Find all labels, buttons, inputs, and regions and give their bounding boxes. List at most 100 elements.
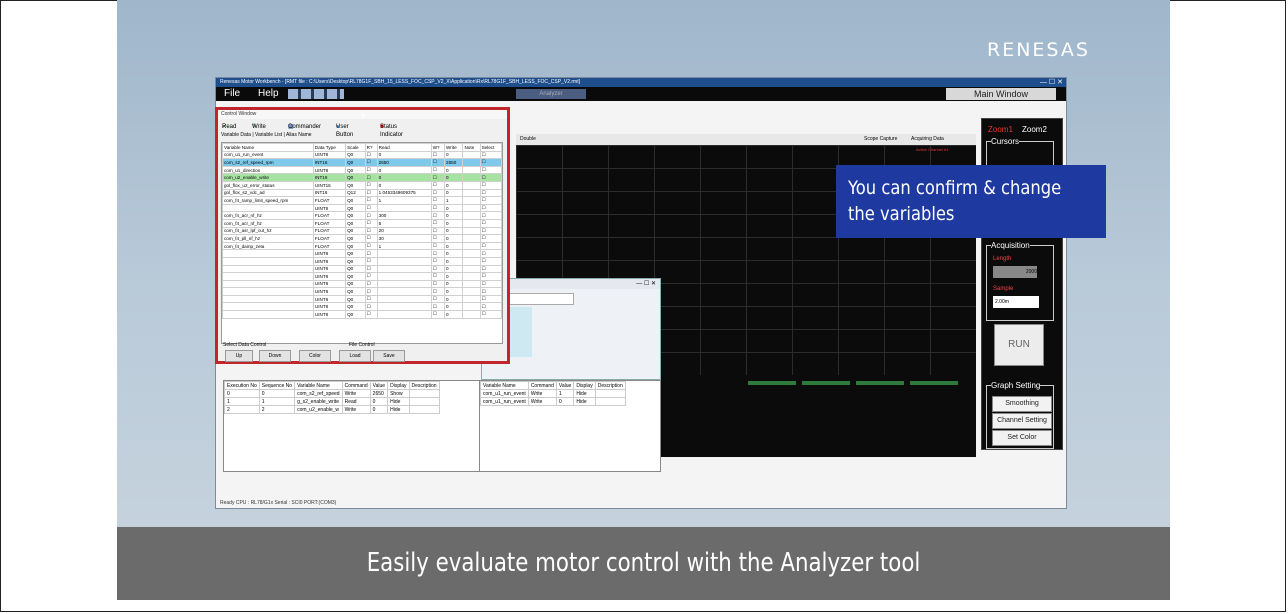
note-cell[interactable] xyxy=(462,158,481,167)
cell-read[interactable]: 0 xyxy=(376,180,432,190)
checkbox[interactable]: ☐ xyxy=(364,249,378,258)
note-cell[interactable] xyxy=(462,287,481,296)
table-row[interactable]: com_f4_ramp_limit_speed_rpm FLOAT Q0 ☐ 1 ☐ 1 ☐ xyxy=(222,196,502,205)
cell-name[interactable] xyxy=(222,264,314,274)
table-cell[interactable]: com_u1_run_event xyxy=(480,389,529,398)
channel-setting-button[interactable]: Channel Setting xyxy=(992,413,1052,429)
table-cell[interactable]: 0 xyxy=(555,397,575,406)
table-cell[interactable] xyxy=(408,389,440,398)
cell-write[interactable]: 0 xyxy=(444,272,464,281)
note-cell[interactable] xyxy=(462,294,481,304)
cell-name[interactable] xyxy=(222,310,314,319)
table-cell[interactable]: 1 xyxy=(258,397,296,406)
cell-read[interactable] xyxy=(376,256,432,266)
cell-write[interactable]: 0 xyxy=(444,294,464,304)
table-cell[interactable] xyxy=(408,405,440,414)
cell-name[interactable] xyxy=(222,272,314,281)
checkbox[interactable]: ☐ xyxy=(430,203,446,213)
checkbox[interactable]: ☐ xyxy=(364,173,378,182)
note-cell[interactable] xyxy=(462,165,481,175)
table-cell[interactable]: g_s2_enable_write xyxy=(294,397,343,406)
cell-scale[interactable]: Q0 xyxy=(345,196,366,205)
cell-scale[interactable]: Q0 xyxy=(345,226,366,236)
checkbox[interactable]: ☐ xyxy=(364,150,378,160)
table-row[interactable]: com_f4_pll_nf_hz FLOAT Q0 ☐ 30 ☐ 0 ☐ xyxy=(222,234,502,243)
note-cell[interactable] xyxy=(462,249,481,258)
table-cell[interactable]: Read xyxy=(341,397,371,406)
cell-write[interactable]: 0 xyxy=(444,302,464,312)
cell-write[interactable]: 0 xyxy=(444,226,464,236)
cell-read[interactable]: 0 xyxy=(376,165,432,175)
checkbox[interactable]: ☐ xyxy=(364,310,378,319)
table-cell[interactable]: Write xyxy=(527,389,557,398)
cell-scale[interactable]: Q0 xyxy=(345,249,366,258)
cell-type[interactable]: UINT8 xyxy=(312,294,347,304)
cell-type[interactable]: UINT8 xyxy=(312,287,347,296)
cell-write[interactable]: 0 xyxy=(444,203,464,213)
table-row[interactable]: UINT8 Q0 ☐ ☐ 0 ☐ xyxy=(222,203,502,213)
table-row[interactable]: com_s2_ref_speed_rpm INT16 Q0 ☐ 2650 ☐ 2650 ☐ xyxy=(222,158,502,167)
checkbox[interactable]: ☐ xyxy=(479,302,502,312)
checkbox[interactable]: ☐ xyxy=(430,211,446,220)
note-cell[interactable] xyxy=(462,196,481,205)
tab-variable-list[interactable]: Variable List xyxy=(255,132,282,138)
checkbox[interactable]: ☐ xyxy=(430,241,446,251)
cell-name[interactable] xyxy=(222,256,314,266)
checkbox[interactable]: ☐ xyxy=(430,279,446,289)
checkbox[interactable]: ☐ xyxy=(479,294,502,304)
cell-type[interactable]: UINT8 xyxy=(312,264,347,274)
table-row[interactable]: com_f4_acr_nf_hz FLOAT Q0 ☐ 5 ☐ 0 ☐ xyxy=(222,218,502,228)
checkbox[interactable]: ☐ xyxy=(479,173,502,182)
cell-scale[interactable]: Q0 xyxy=(345,302,366,312)
checkbox[interactable]: ☐ xyxy=(479,211,502,220)
checkbox[interactable]: ☐ xyxy=(479,256,502,266)
note-cell[interactable] xyxy=(462,203,481,213)
checkbox[interactable]: ☐ xyxy=(479,180,502,190)
cell-write[interactable]: 0 xyxy=(444,165,464,175)
checkbox[interactable]: ☐ xyxy=(479,218,502,228)
cell-write[interactable]: 0 xyxy=(444,211,464,220)
cell-name[interactable]: gol_flox_s2_vdc_ad xyxy=(222,188,314,198)
checkbox[interactable]: ☐ xyxy=(364,279,378,289)
checkbox[interactable]: ☐ xyxy=(364,226,378,236)
cell-read[interactable]: 1 xyxy=(376,241,432,251)
checkbox[interactable]: ☐ xyxy=(430,310,446,319)
cell-scale[interactable]: Q0 xyxy=(345,241,366,251)
cell-read[interactable] xyxy=(376,203,432,213)
cell-type[interactable]: FLOAT xyxy=(312,211,347,220)
checkbox[interactable]: ☐ xyxy=(364,196,378,205)
table-row[interactable]: com_f4_acr_nf_hz FLOAT Q0 ☐ 300 ☐ 0 ☐ xyxy=(222,211,502,220)
cell-write[interactable]: 2650 xyxy=(444,158,464,167)
note-cell[interactable] xyxy=(462,211,481,220)
note-cell[interactable] xyxy=(462,302,481,312)
table-row[interactable]: com_u1_run_event UINT8 Q0 ☐ 0 ☐ 0 ☐ xyxy=(222,150,502,160)
cell-type[interactable]: FLOAT xyxy=(312,196,347,205)
checkbox[interactable]: ☐ xyxy=(364,158,378,167)
cell-name[interactable] xyxy=(222,302,314,312)
cell-read[interactable] xyxy=(376,302,432,312)
cell-scale[interactable]: Q0 xyxy=(345,180,366,190)
cell-write[interactable]: 0 xyxy=(444,256,464,266)
table-row[interactable]: UINT8 Q0 ☐ ☐ 0 ☐ xyxy=(222,272,502,281)
menu-file[interactable]: File xyxy=(224,87,240,101)
cell-write[interactable]: 0 xyxy=(444,150,464,160)
cell-read[interactable] xyxy=(376,279,432,289)
table-cell[interactable]: 2650 xyxy=(369,389,389,398)
tab-alias-name[interactable]: Alias Name xyxy=(286,132,312,138)
table-row[interactable]: 1 1 g_s2_enable_write Read 0 Hide xyxy=(224,397,440,406)
note-cell[interactable] xyxy=(462,180,481,190)
cell-name[interactable]: com_f4_acr_nf_hz xyxy=(222,211,314,220)
cell-scale[interactable]: Q0 xyxy=(345,173,366,182)
cell-type[interactable]: UINT8 xyxy=(312,165,347,175)
cell-type[interactable]: UINT8 xyxy=(312,150,347,160)
table-row[interactable]: gol_flox_s2_vdc_ad INT16 Q12 ☐ 1.04533496093… xyxy=(222,188,502,198)
checkbox[interactable]: ☐ xyxy=(479,150,502,160)
cell-read[interactable] xyxy=(376,264,432,274)
sample-input[interactable]: 2.00m xyxy=(993,296,1039,308)
cell-name[interactable]: com_s2_ref_speed_rpm xyxy=(222,158,314,167)
main-window-label[interactable]: Main Window xyxy=(946,88,1056,100)
checkbox[interactable]: ☐ xyxy=(430,302,446,312)
checkbox[interactable]: ☐ xyxy=(479,203,502,213)
table-cell[interactable]: 0 xyxy=(224,389,260,398)
cell-name[interactable]: com_u1_run_event xyxy=(222,150,314,160)
